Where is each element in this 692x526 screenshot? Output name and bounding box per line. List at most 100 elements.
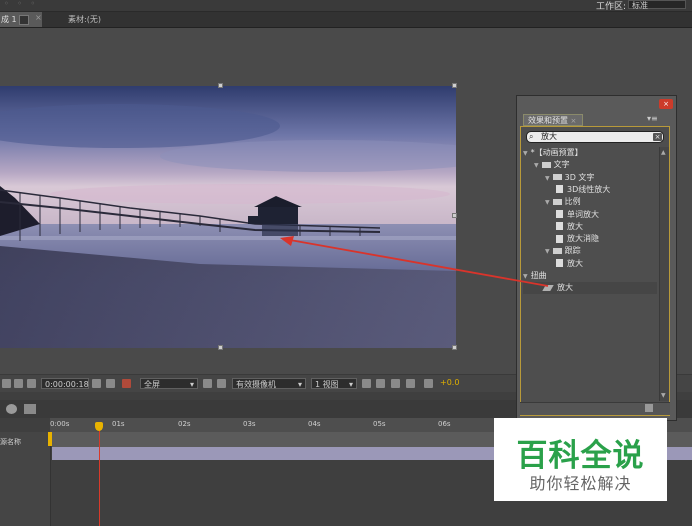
- folder-icon: [552, 198, 562, 205]
- panel-menu-icon[interactable]: ▾≡: [647, 114, 658, 123]
- folder-icon: [541, 161, 551, 168]
- effects-scrollbar[interactable]: ▲ ▼: [659, 147, 669, 401]
- effects-tree-item-label: 单词放大: [567, 209, 599, 219]
- chevron-down-icon: ▾: [189, 380, 194, 389]
- effects-tree-item-label: 跟踪: [564, 246, 581, 256]
- preset-file-icon: [556, 234, 563, 243]
- effects-tree-item[interactable]: 放大消隐: [556, 233, 599, 245]
- workspace-select[interactable]: 标准: [628, 0, 686, 10]
- new-preset-icon[interactable]: [645, 404, 653, 412]
- grid-icon[interactable]: [14, 379, 23, 388]
- search-icon[interactable]: [6, 404, 17, 414]
- effects-search-value[interactable]: 放大: [541, 131, 557, 143]
- folder-icon: [552, 247, 562, 254]
- composition-image[interactable]: [0, 86, 456, 348]
- disclosure-triangle-icon[interactable]: ▼: [523, 273, 528, 280]
- effects-tree-item-label: 放大: [557, 283, 573, 293]
- timecode-display[interactable]: 0:00:00:18: [41, 378, 89, 389]
- top-bar: ◦ ◦ ◦ 工作区: 标准: [0, 0, 692, 12]
- ruler-tick: 01s: [112, 420, 125, 428]
- effects-tree-item-label: 文字: [553, 160, 570, 170]
- resolution-value: 全屏: [144, 380, 160, 389]
- transform-handle[interactable]: [218, 345, 223, 350]
- current-time-indicator[interactable]: [99, 428, 100, 526]
- current-time-indicator-head[interactable]: [95, 422, 103, 431]
- effects-tree-item[interactable]: 单词放大: [556, 209, 599, 221]
- effects-tree-item-label: 扭曲: [530, 271, 547, 280]
- show-snapshot-icon[interactable]: [106, 379, 115, 388]
- window-controls-icon[interactable]: ◦ ◦ ◦: [4, 0, 38, 8]
- scroll-down-icon[interactable]: ▼: [661, 392, 666, 399]
- work-area-start-handle[interactable]: [48, 432, 52, 446]
- transform-handle[interactable]: [452, 83, 457, 88]
- effects-tree-item-label: 放大消隐: [567, 234, 599, 244]
- effects-tree-item-label: 放大: [567, 258, 583, 268]
- transform-handle[interactable]: [218, 83, 223, 88]
- camera-snapshot-icon[interactable]: [92, 379, 101, 388]
- scroll-up-icon[interactable]: ▲: [661, 149, 666, 156]
- clear-search-icon[interactable]: ×: [653, 133, 662, 141]
- effects-tree-item[interactable]: ▼ 比例: [545, 196, 581, 208]
- toggle-pixel-icon[interactable]: [362, 379, 371, 388]
- ruler-tick: 05s: [373, 420, 386, 428]
- effects-tree-item[interactable]: ▼ *【动画预置】: [523, 147, 583, 159]
- flowchart-icon[interactable]: [406, 379, 415, 388]
- folder-icon: [552, 174, 562, 181]
- disclosure-triangle-icon[interactable]: ▼: [545, 175, 550, 182]
- camera-select[interactable]: 有效摄像机 ▾: [232, 378, 306, 389]
- effects-tree-item-label: *【动画预置】: [530, 148, 583, 157]
- exposure-icon[interactable]: [424, 379, 433, 388]
- color-channel-icon[interactable]: [122, 379, 131, 388]
- transform-handle[interactable]: [452, 345, 457, 350]
- disclosure-triangle-icon[interactable]: ▼: [545, 199, 550, 206]
- effects-tree-item[interactable]: 放大: [523, 282, 657, 295]
- tab-effects-presets[interactable]: 效果和预置 ×: [523, 114, 583, 126]
- chevron-down-icon: ▾: [297, 380, 302, 389]
- effects-tree-item-label: 放大: [567, 221, 583, 231]
- effects-tree: ▼ *【动画预置】 ▼ 文字 ▼ 3D 文字 3D线性放大 ▼ 比例 单词放大 放大 放大消隐 ▼ 跟踪放…: [523, 147, 657, 401]
- chevron-down-icon[interactable]: [18, 14, 29, 25]
- watermark-title: 百科全说: [516, 438, 645, 474]
- close-icon[interactable]: ×: [571, 117, 577, 125]
- exposure-value[interactable]: +0.0: [440, 378, 459, 387]
- tab-footage[interactable]: 素材:(无): [68, 14, 101, 25]
- effects-tree-item[interactable]: 放大: [556, 258, 583, 270]
- preset-file-icon: [556, 210, 563, 218]
- mask-icon[interactable]: [27, 379, 36, 388]
- views-value: 1 视图: [315, 380, 339, 389]
- region-of-interest-icon[interactable]: [203, 379, 212, 388]
- effect-icon: [542, 284, 554, 291]
- watermark-subtitle: 助你轻松解决: [529, 474, 632, 493]
- ruler-tick: 03s: [243, 420, 256, 428]
- viewer-tab-bar: 成 1 × 素材:(无): [0, 12, 692, 28]
- preset-file-icon: [556, 259, 563, 268]
- disclosure-triangle-icon[interactable]: ▼: [523, 150, 528, 157]
- disclosure-triangle-icon[interactable]: ▼: [534, 162, 539, 169]
- effects-tree-item[interactable]: ▼ 文字: [534, 159, 570, 171]
- chevron-down-icon: ▾: [348, 380, 353, 389]
- tab-effects-presets-label: 效果和预置: [528, 116, 568, 125]
- effects-tree-item[interactable]: ▼ 3D 文字: [545, 172, 594, 184]
- effects-tree-item-label: 3D 文字: [564, 172, 595, 182]
- pier-photo: [0, 86, 456, 348]
- magnification-icon[interactable]: [2, 379, 11, 388]
- effects-tree-item[interactable]: 3D线性放大: [556, 184, 610, 196]
- close-icon[interactable]: ×: [35, 13, 42, 22]
- effects-tree-item[interactable]: 放大: [556, 221, 583, 233]
- close-icon[interactable]: ×: [659, 99, 673, 109]
- transform-handle[interactable]: [452, 213, 457, 218]
- search-icon: ⌕: [529, 132, 534, 141]
- views-select[interactable]: 1 视图 ▾: [311, 378, 357, 389]
- ruler-tick: 04s: [308, 420, 321, 428]
- timeline-icon[interactable]: [391, 379, 400, 388]
- effects-tree-item[interactable]: ▼ 跟踪: [545, 245, 581, 257]
- transparency-grid-icon[interactable]: [217, 379, 226, 388]
- ruler-tick: 06s: [438, 420, 451, 428]
- effects-tree-item-label: 比例: [564, 197, 581, 207]
- effects-tree-item[interactable]: ▼ 扭曲: [523, 270, 547, 282]
- disclosure-triangle-icon[interactable]: ▼: [545, 248, 550, 255]
- composition-flowchart-icon[interactable]: [24, 404, 36, 414]
- preset-file-icon: [556, 185, 563, 194]
- resolution-select[interactable]: 全屏 ▾: [140, 378, 198, 389]
- fast-preview-icon[interactable]: [376, 379, 385, 388]
